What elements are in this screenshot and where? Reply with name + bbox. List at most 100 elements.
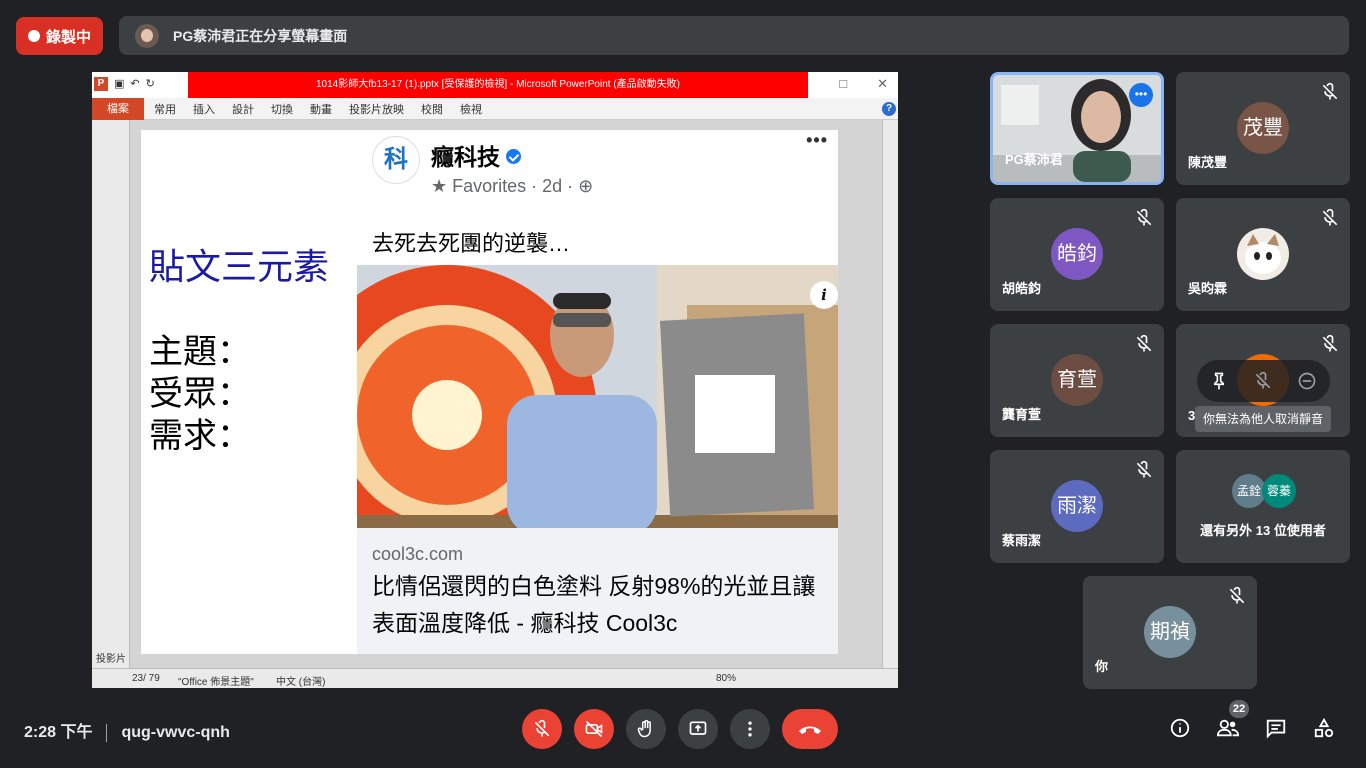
tab-transitions: 切換 (271, 103, 293, 116)
participant-name: PG蔡沛君 (1005, 152, 1063, 167)
powerpoint-titlebar: P ▣ ↶ ↻ 1014影師大fb13-17 (1).pptx [受保護的檢視]… (92, 72, 898, 98)
slide-canvas: 貼文三元素 主題： 受眾： 需求： 科 癮科技 ★ Favorites · 2d… (141, 130, 838, 654)
participant-name: 你 (1095, 659, 1109, 674)
vertical-scrollbar (882, 120, 898, 668)
people-icon (1216, 719, 1240, 737)
window-title: 1014影師大fb13-17 (1).pptx [受保護的檢視] - Micro… (188, 72, 808, 98)
more-options-button[interactable] (730, 709, 770, 749)
mic-off-icon (1322, 208, 1338, 226)
present-screen-button[interactable] (678, 709, 718, 749)
powerpoint-statusbar: 23/ 79 "Office 佈景主題" 中文 (台灣) 80% (92, 668, 898, 688)
zoom-level: 80% (716, 673, 737, 684)
avatar: 茂豐 (1237, 102, 1289, 154)
undo-icon: ↶ (130, 78, 140, 90)
presenter-avatar (135, 23, 159, 48)
slide-thumbnail-pane (92, 120, 130, 668)
participant-tile-4[interactable]: 吳昀霖 (1176, 198, 1350, 311)
present-icon (689, 721, 707, 735)
tile-hover-controls (1197, 360, 1330, 402)
mic-off-icon (1136, 334, 1152, 352)
remove-icon[interactable] (1297, 371, 1317, 391)
pin-icon[interactable] (1209, 371, 1229, 391)
quick-access-toolbar: P ▣ ↶ ↻ (94, 77, 155, 91)
self-tile[interactable]: 期禎 你 (1083, 576, 1257, 689)
post-meta: ★ Favorites · 2d · ⊕ (431, 176, 594, 196)
participant-tile-presenter[interactable]: ••• PG蔡沛君 (990, 72, 1164, 185)
meeting-info: 2:28 下午 qug-vwvc-qnh (24, 718, 230, 742)
post-photo: i (357, 265, 838, 528)
participant-tile-5[interactable]: 育萱 龔育萱 (990, 324, 1164, 437)
people-count-badge: 22 (1229, 700, 1249, 718)
slide-line-needs: 需求： (149, 416, 251, 456)
participant-tile-7[interactable]: 雨潔 蔡雨潔 (990, 450, 1164, 563)
clock: 2:28 下午 (24, 724, 93, 741)
page-name: 癮科技 (431, 138, 521, 172)
leave-call-button[interactable] (782, 709, 838, 749)
maximize-icon: □ (839, 76, 848, 91)
share-banner-text: PG蔡沛君正在分享螢幕畫面 (173, 27, 348, 44)
language: 中文 (台灣) (276, 677, 326, 688)
record-dot-icon (28, 30, 40, 42)
mic-toggle-button[interactable] (522, 709, 562, 749)
ribbon-tabs: 檔案 常用 插入 設計 切換 動畫 投影片放映 校閱 檢視 (92, 97, 898, 120)
tab-insert: 插入 (193, 103, 215, 116)
mic-off-icon (1136, 208, 1152, 226)
link-title: 比情侶還閃的白色塗料 反射98%的光並且讓表面溫度降低 - 癮科技 Cool3c (372, 573, 816, 636)
chip-avatar: 蓉蓁 (1262, 474, 1296, 508)
save-icon: ▣ (114, 78, 125, 90)
hang-up-icon (799, 726, 821, 734)
tooltip: 你無法為他人取消靜音 (1195, 406, 1331, 432)
slides-pane-label: 投影片 (96, 654, 126, 665)
link-domain: cool3c.com (372, 544, 464, 564)
powerpoint-icon: P (94, 77, 108, 91)
mic-off-disabled-icon[interactable] (1253, 371, 1273, 391)
camera-toggle-button[interactable] (574, 709, 614, 749)
camera-off-icon (585, 720, 603, 738)
participant-name: 胡皓鈞 (1002, 281, 1042, 296)
info-icon (1170, 718, 1190, 738)
meeting-details-button[interactable] (1164, 712, 1196, 744)
participant-name: 蔡雨潔 (1002, 533, 1042, 548)
mic-off-icon (1229, 586, 1245, 604)
others-count-label: 還有另外 13 位使用者 (1200, 523, 1326, 538)
hand-icon (637, 719, 651, 738)
recording-indicator[interactable]: 錄製中 (16, 17, 103, 55)
presentation-screen: P ▣ ↶ ↻ 1014影師大fb13-17 (1).pptx [受保護的檢視]… (92, 72, 898, 688)
avatar: 育萱 (1051, 354, 1103, 406)
tab-design: 設計 (232, 103, 254, 116)
tab-animations: 動畫 (310, 103, 332, 116)
post-menu-icon: ••• (806, 130, 828, 150)
more-vert-icon (748, 721, 752, 737)
tab-slideshow: 投影片放映 (349, 103, 404, 116)
chat-button[interactable] (1260, 712, 1292, 744)
page-avatar: 科 (372, 136, 420, 184)
theme-name: "Office 佈景主題" (178, 677, 254, 688)
cat-avatar (1237, 228, 1289, 280)
post-photo-illustration (357, 265, 838, 528)
help-icon: ? (882, 102, 896, 116)
more-options-icon[interactable]: ••• (1129, 83, 1153, 107)
redo-icon: ↻ (145, 78, 155, 90)
slide-counter: 23/ 79 (132, 673, 160, 684)
recording-label: 錄製中 (46, 28, 92, 46)
facebook-post: 科 癮科技 ★ Favorites · 2d · ⊕ ••• 去死去死團的逆襲… (357, 130, 838, 654)
mic-off-icon (1322, 334, 1338, 352)
participant-name: 吳昀霖 (1188, 281, 1228, 296)
participant-name: 陳茂豐 (1188, 155, 1228, 170)
others-tile[interactable]: 孟銓 蓉蓁 還有另外 13 位使用者 (1176, 450, 1350, 563)
link-preview: cool3c.com 比情侶還閃的白色塗料 反射98%的光並且讓表面溫度降低 -… (357, 528, 838, 654)
tab-review: 校閱 (421, 103, 443, 116)
raise-hand-button[interactable] (626, 709, 666, 749)
activities-icon (1314, 717, 1334, 738)
participant-name: 龔育萱 (1002, 407, 1042, 422)
activities-button[interactable] (1308, 712, 1340, 744)
participant-tile-2[interactable]: 茂豐 陳茂豐 (1176, 72, 1350, 185)
tab-view: 檢視 (460, 103, 482, 116)
participant-tile-3[interactable]: 皓鈞 胡皓鈞 (990, 198, 1164, 311)
mic-off-icon (1322, 82, 1338, 100)
verified-icon (506, 149, 521, 165)
tab-home: 常用 (154, 103, 176, 116)
tab-file: 檔案 (92, 97, 144, 120)
share-banner: PG蔡沛君正在分享螢幕畫面 (119, 16, 1349, 55)
info-icon: i (810, 281, 838, 309)
